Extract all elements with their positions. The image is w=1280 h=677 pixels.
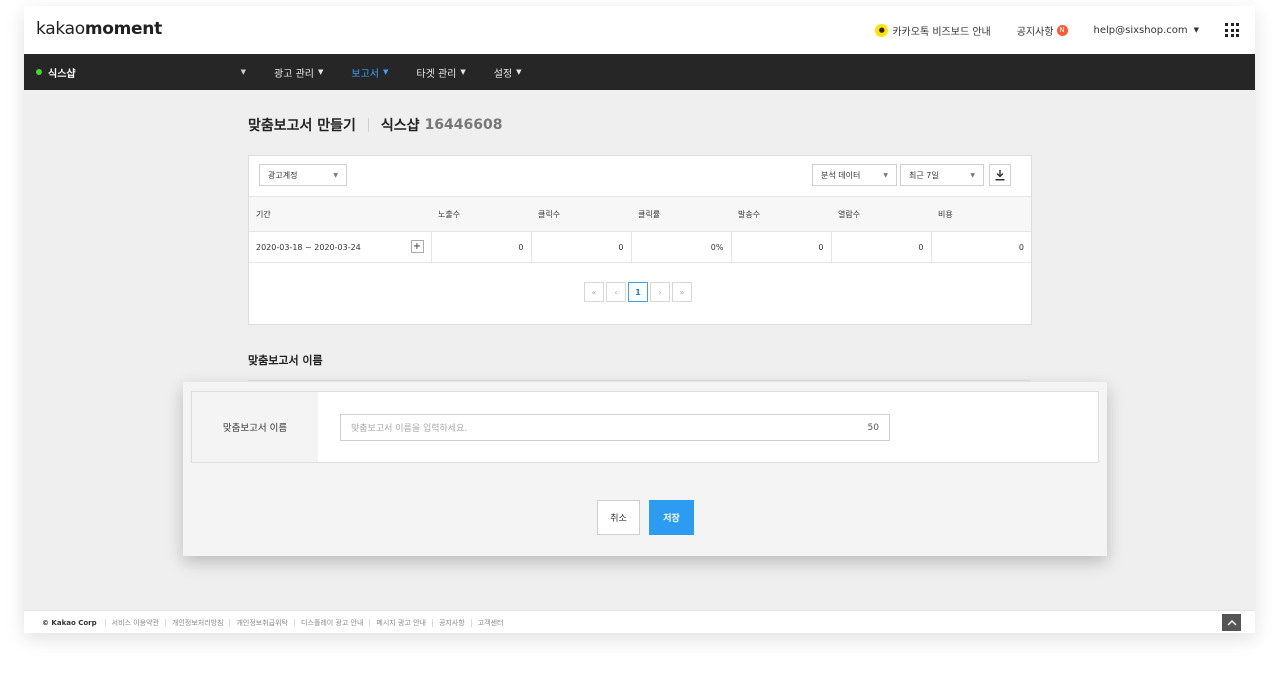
footer-link-display-ad-guide[interactable]: 디스플레이 광고 안내 [294,618,369,627]
nav-ad-management[interactable]: 광고 관리 ▼ [274,65,323,80]
download-button[interactable] [989,164,1011,186]
biz-board-link[interactable]: ● 카카오톡 비즈보드 안내 [875,23,991,38]
chevron-up-icon [1227,620,1236,626]
footer-link-privacy[interactable]: 개인정보처리방침 [164,618,230,627]
footer-link-support[interactable]: 고객센터 [470,618,510,627]
table-cell: 0 [930,231,1031,263]
top-right-menu: ● 카카오톡 비즈보드 안내 공지사항 N help@sixshop.com ▼ [849,6,1239,54]
column-header[interactable]: 노출수 [431,196,531,232]
nav-report[interactable]: 보고서 ▼ [351,65,388,80]
form-row: 맞춤보고서 이름 맞춤보고서 이름을 입력하세요. 50 [191,391,1099,463]
table-cell: 0 [830,231,931,263]
table-cell: 0 [730,231,831,263]
report-name-label: 맞춤보고서 이름 [192,392,318,462]
app-window: kakaomoment ● 카카오톡 비즈보드 안내 공지사항 N help@s… [24,6,1255,633]
column-header[interactable]: 클릭수 [531,196,631,232]
level-select[interactable]: 광고계정 ▼ [259,164,347,186]
main-nav: 식스샵 ▼ 광고 관리 ▼ 보고서 ▼ 타겟 관리 ▼ 설정 ▼ [24,54,1255,90]
copyright: © Kakao Corp [42,618,97,627]
caret-down-icon: ▼ [240,68,246,76]
cancel-button[interactable]: 취소 [597,500,640,535]
top-bar: kakaomoment ● 카카오톡 비즈보드 안내 공지사항 N help@s… [24,6,1255,55]
user-menu[interactable]: help@sixshop.com ▼ [1094,25,1199,36]
page-number-button[interactable]: 1 [628,282,648,302]
table-cell: 0 [430,231,531,263]
period-cell: 2020-03-18 ~ 2020-03-24 + [249,231,431,263]
nav-settings[interactable]: 설정 ▼ [494,65,522,80]
account-selector[interactable]: 식스샵 ▼ [36,54,246,90]
report-table: 기간 노출수 클릭수 클릭률 발송수 열람수 비용 2020-03-18 ~ 2… [249,196,1031,263]
caret-down-icon: ▼ [317,68,324,76]
footer-link-message-ad-guide[interactable]: 메시지 광고 안내 [369,618,432,627]
column-header[interactable]: 비용 [931,196,1031,232]
data-select[interactable]: 분석 데이터 ▼ [812,164,897,186]
column-header[interactable]: 열람수 [831,196,931,232]
report-name-dialog: 맞춤보고서 이름 맞춤보고서 이름을 입력하세요. 50 취소 저장 [183,382,1107,556]
footer-link-terms[interactable]: 서비스 이용약관 [104,618,165,627]
section-title: 맞춤보고서 이름 [248,354,323,367]
caret-down-icon: ▼ [970,171,975,179]
footer-link-notice[interactable]: 공지사항 [431,618,471,627]
nav-menu: 광고 관리 ▼ 보고서 ▼ 타겟 관리 ▼ 설정 ▼ [274,54,550,90]
table-cell: 0% [630,231,731,263]
table-row: 2020-03-18 ~ 2020-03-24 + 0 0 0% 0 0 0 [249,231,1031,263]
add-column-button[interactable]: + [410,240,424,253]
pagination: « ‹ 1 › » [584,282,694,302]
app-grid-icon[interactable] [1225,23,1239,37]
kakaotalk-icon: ● [875,23,889,37]
char-counter: 50 [867,422,879,433]
last-page-button[interactable]: » [672,282,692,302]
column-header[interactable]: 기간 [249,196,431,232]
scroll-top-button[interactable] [1222,614,1241,631]
notice-link[interactable]: 공지사항 N [1017,23,1068,38]
table-header-row: 기간 노출수 클릭수 클릭률 발송수 열람수 비용 [249,196,1031,232]
page-title: 맞춤보고서 만들기 식스샵 16446608 [248,117,503,134]
prev-page-button[interactable]: ‹ [606,282,626,302]
report-preview-panel: 광고계정 ▼ 분석 데이터 ▼ 최근 7일 ▼ 기간 노출수 클릭수 클릭률 발… [248,155,1032,325]
save-button[interactable]: 저장 [649,500,694,535]
download-icon [995,169,1005,180]
caret-down-icon: ▼ [1193,26,1199,34]
new-badge: N [1056,24,1068,36]
caret-down-icon: ▼ [460,68,466,76]
period-select[interactable]: 최근 7일 ▼ [900,164,984,186]
footer: © Kakao Corp 서비스 이용약관 개인정보처리방침 개인정보취급위탁 … [24,610,1255,633]
first-page-button[interactable]: « [584,282,604,302]
kakaomoment-logo[interactable]: kakaomoment [36,19,162,39]
column-header[interactable]: 발송수 [731,196,831,232]
report-name-input[interactable]: 맞춤보고서 이름을 입력하세요. 50 [340,414,890,441]
table-cell: 0 [530,231,631,263]
column-header[interactable]: 클릭률 [631,196,731,232]
status-dot [36,69,42,75]
title-divider [367,118,369,132]
nav-target-management[interactable]: 타겟 관리 ▼ [416,65,465,80]
report-toolbar: 광고계정 ▼ 분석 데이터 ▼ 최근 7일 ▼ [249,156,1031,196]
input-placeholder: 맞춤보고서 이름을 입력하세요. [351,424,468,434]
caret-down-icon: ▼ [333,171,338,179]
caret-down-icon: ▼ [516,68,522,76]
footer-link-privacy-outsourcing[interactable]: 개인정보취급위탁 [229,618,294,627]
caret-down-icon: ▼ [382,68,389,76]
next-page-button[interactable]: › [650,282,670,302]
caret-down-icon: ▼ [883,171,888,179]
section-divider [248,380,1030,381]
